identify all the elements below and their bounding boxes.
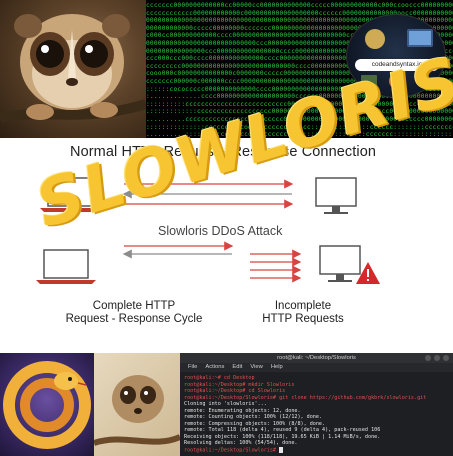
- complete-cycle-caption: Complete HTTP Request - Response Cycle: [64, 300, 204, 326]
- terminal-prompt-line: root@kali:~/Desktop/Slowloris#: [184, 446, 452, 454]
- loris-sketch-art: [94, 353, 180, 456]
- minimize-button[interactable]: [425, 355, 431, 361]
- attack-title: Slowloris DDoS Attack: [158, 224, 283, 238]
- caption-line: Request - Response Cycle: [65, 313, 203, 325]
- incomplete-requests-caption: Incomplete HTTP Requests: [248, 300, 358, 326]
- menu-view[interactable]: View: [250, 363, 262, 372]
- terminal-titlebar[interactable]: root@kali: ~/Desktop/Slowloris: [180, 353, 453, 363]
- terminal-output[interactable]: root@kali:~# cd Desktop root@kali:~/Deskt…: [184, 375, 452, 454]
- caption-line: Complete HTTP: [92, 300, 176, 312]
- maximize-button[interactable]: [434, 355, 440, 361]
- menu-help[interactable]: Help: [271, 363, 283, 372]
- menu-edit[interactable]: Edit: [232, 363, 242, 372]
- terminal-title: root@kali: ~/Desktop/Slowloris: [277, 355, 356, 361]
- terminal-menubar: File Actions Edit View Help: [180, 363, 453, 372]
- python-snake-art: [0, 353, 94, 456]
- terminal-cursor: [279, 446, 284, 453]
- server-monitor-icon: [315, 177, 357, 214]
- slow-loris-photo: [0, 0, 146, 138]
- overloaded-server-icon: [319, 245, 361, 282]
- menu-file[interactable]: File: [188, 363, 197, 372]
- terminal-window[interactable]: root@kali: ~/Desktop/Slowloris File Acti…: [180, 353, 453, 456]
- attacker-laptop-icon: [36, 249, 96, 284]
- ascii-line: ccccccc0000000000000cc00000cc00000000000…: [146, 2, 453, 9]
- window-controls: [425, 355, 449, 361]
- bottom-banner: root@kali: ~/Desktop/Slowloris File Acti…: [0, 353, 453, 456]
- caption-line: Incomplete: [274, 300, 332, 312]
- caption-line: HTTP Requests: [262, 313, 344, 325]
- menu-actions[interactable]: Actions: [205, 363, 224, 372]
- close-button[interactable]: [443, 355, 449, 361]
